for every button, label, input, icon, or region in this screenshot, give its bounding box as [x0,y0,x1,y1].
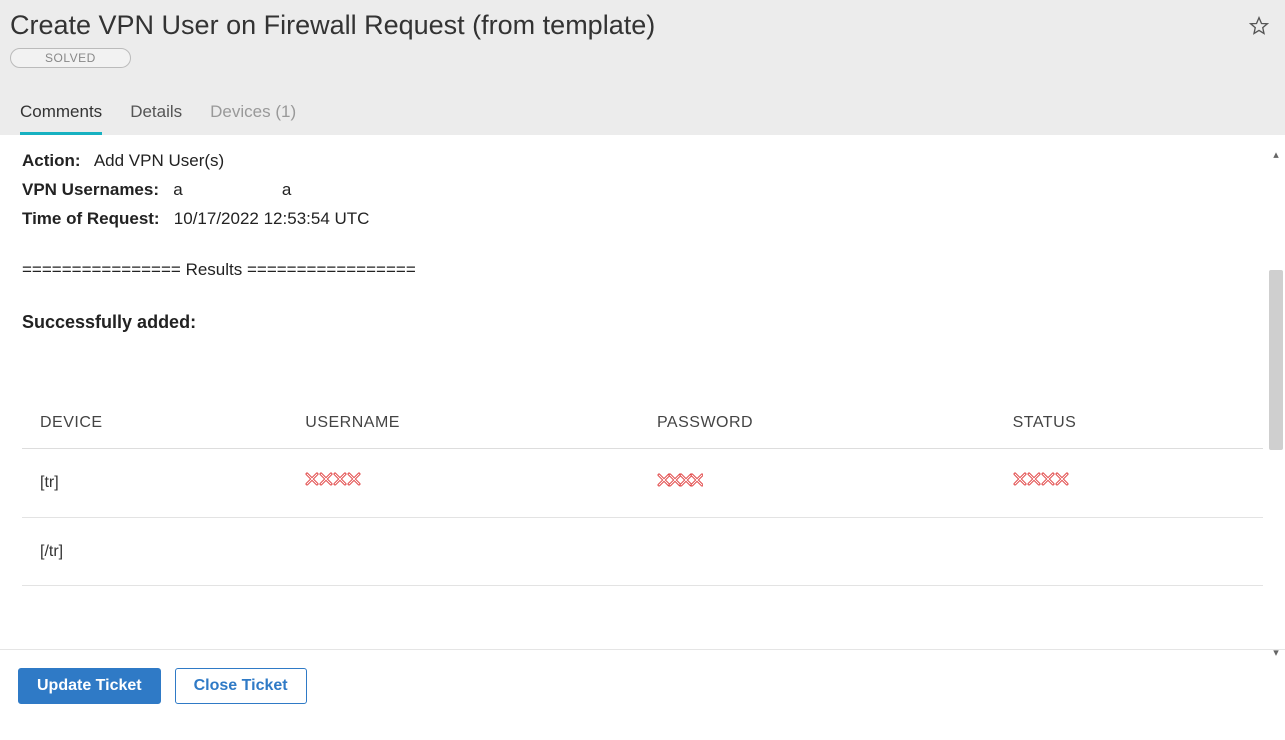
footer-bar: Update Ticket Close Ticket [0,650,1285,722]
table-row: [tr] [22,449,1263,517]
redacted-icon [1013,471,1069,487]
page-title: Create VPN User on Firewall Request (fro… [10,10,655,41]
cell-password [639,517,995,585]
scroll-up-icon[interactable]: ▴ [1269,148,1283,162]
col-device: DEVICE [22,397,287,449]
action-label: Action: [22,151,81,170]
tabs: Comments Details Devices (1) [10,102,1275,135]
tab-comments[interactable]: Comments [20,102,102,135]
table-row: [/tr] [22,517,1263,585]
redacted-icon [657,473,703,487]
time-line: Time of Request: 10/17/2022 12:53:54 UTC [22,205,1263,234]
results-separator: ================ Results ===============… [22,256,1263,285]
col-status: STATUS [995,397,1263,449]
cell-username [287,449,639,517]
col-username: USERNAME [287,397,639,449]
action-value: Add VPN User(s) [94,151,224,170]
usernames-label: VPN Usernames: [22,180,159,199]
col-password: PASSWORD [639,397,995,449]
tab-details[interactable]: Details [130,102,182,135]
favorite-star-icon[interactable] [1243,10,1275,42]
status-badge: SOLVED [10,48,131,68]
cell-status [995,517,1263,585]
usernames-line: VPN Usernames: a a [22,176,1263,205]
success-line: Successfully added: [22,307,1263,338]
cell-status [995,449,1263,517]
time-value: 10/17/2022 12:53:54 UTC [174,209,370,228]
cell-device: [tr] [22,449,287,517]
scroll-down-icon[interactable]: ▾ [1269,646,1283,660]
action-line: Action: Add VPN User(s) [22,147,1263,176]
cell-username [287,517,639,585]
update-ticket-button[interactable]: Update Ticket [18,668,161,704]
scrollbar-thumb[interactable] [1269,270,1283,450]
redacted-icon [305,471,361,487]
results-table: DEVICE USERNAME PASSWORD STATUS [tr] [22,397,1263,586]
header-area: Create VPN User on Firewall Request (fro… [0,0,1285,135]
ticket-body: Action: Add VPN User(s) VPN Usernames: a… [0,135,1285,626]
cell-device: [/tr] [22,517,287,585]
tab-devices[interactable]: Devices (1) [210,102,296,135]
cell-password [639,449,995,517]
content-scroll[interactable]: Action: Add VPN User(s) VPN Usernames: a… [0,135,1285,650]
usernames-value: a a [173,180,291,199]
close-ticket-button[interactable]: Close Ticket [175,668,307,704]
time-label: Time of Request: [22,209,160,228]
